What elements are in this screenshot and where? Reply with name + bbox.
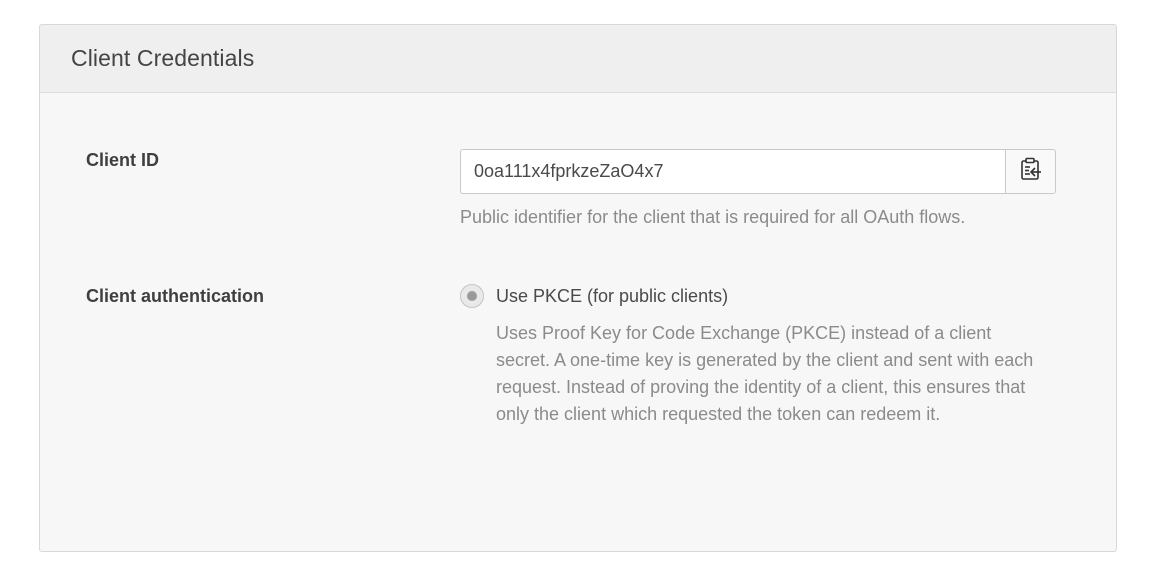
client-id-help-text: Public identifier for the client that is…: [460, 207, 966, 227]
panel-title: Client Credentials: [71, 45, 255, 71]
client-id-field-group: [460, 149, 1056, 194]
panel-header: Client Credentials: [40, 25, 1116, 93]
pkce-radio-label[interactable]: Use PKCE (for public clients): [496, 286, 728, 307]
radio-selected-dot: [467, 291, 477, 301]
pkce-description: Uses Proof Key for Code Exchange (PKCE) …: [496, 323, 1034, 424]
pkce-radio-option[interactable]: Use PKCE (for public clients): [460, 284, 728, 308]
clipboard-copy-icon: [1020, 157, 1042, 186]
pkce-radio-button[interactable]: [460, 284, 484, 308]
copy-to-clipboard-button[interactable]: [1005, 149, 1056, 194]
client-id-input[interactable]: [460, 149, 1005, 194]
client-id-label: Client ID: [86, 150, 160, 170]
client-authentication-label: Client authentication: [86, 286, 265, 306]
client-credentials-panel: Client Credentials Client ID Public iden…: [39, 24, 1117, 552]
